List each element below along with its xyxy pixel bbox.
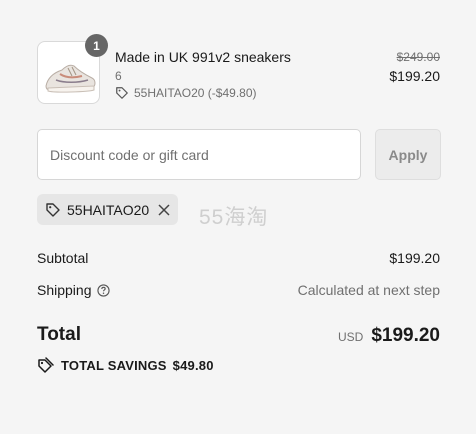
tag-icon — [116, 87, 128, 99]
product-variant: 6 — [115, 69, 122, 83]
watermark: 55海淘 — [199, 206, 269, 229]
applied-discount-chip: 55HAITAO20 — [37, 194, 178, 225]
applied-discount-code: 55HAITAO20 — [67, 201, 150, 218]
savings-value: $49.80 — [172, 357, 214, 373]
shipping-row: Shipping — [37, 282, 110, 298]
close-icon — [158, 203, 170, 216]
compare-at-price: $249.00 — [396, 50, 440, 64]
total-savings: TOTAL SAVINGS $49.80 — [37, 357, 214, 373]
shipping-value: Calculated at next step — [297, 282, 440, 298]
total-amount: USD $199.20 — [338, 325, 440, 347]
line-discount: 55HAITAO20 (-$49.80) — [115, 86, 257, 100]
line-price: $199.20 — [389, 68, 440, 84]
remove-discount-button[interactable] — [158, 203, 170, 216]
subtotal-label: Subtotal — [37, 250, 89, 266]
subtotal-value: $199.20 — [389, 250, 440, 266]
line-discount-text: 55HAITAO20 (-$49.80) — [134, 86, 257, 100]
currency-code: USD — [337, 330, 364, 344]
product-name: Made in UK 991v2 sneakers — [115, 49, 291, 65]
total-value: $199.20 — [371, 325, 440, 346]
discount-code-input[interactable] — [37, 129, 361, 180]
shipping-label: Shipping — [37, 282, 92, 298]
apply-button[interactable]: Apply — [375, 129, 441, 180]
shipping-help-button[interactable] — [96, 283, 110, 297]
tags-icon — [38, 357, 54, 373]
savings-label: TOTAL SAVINGS — [61, 357, 167, 373]
help-icon — [96, 283, 110, 297]
total-label: Total — [37, 324, 81, 345]
tag-icon — [46, 202, 60, 217]
quantity-badge: 1 — [85, 34, 108, 57]
